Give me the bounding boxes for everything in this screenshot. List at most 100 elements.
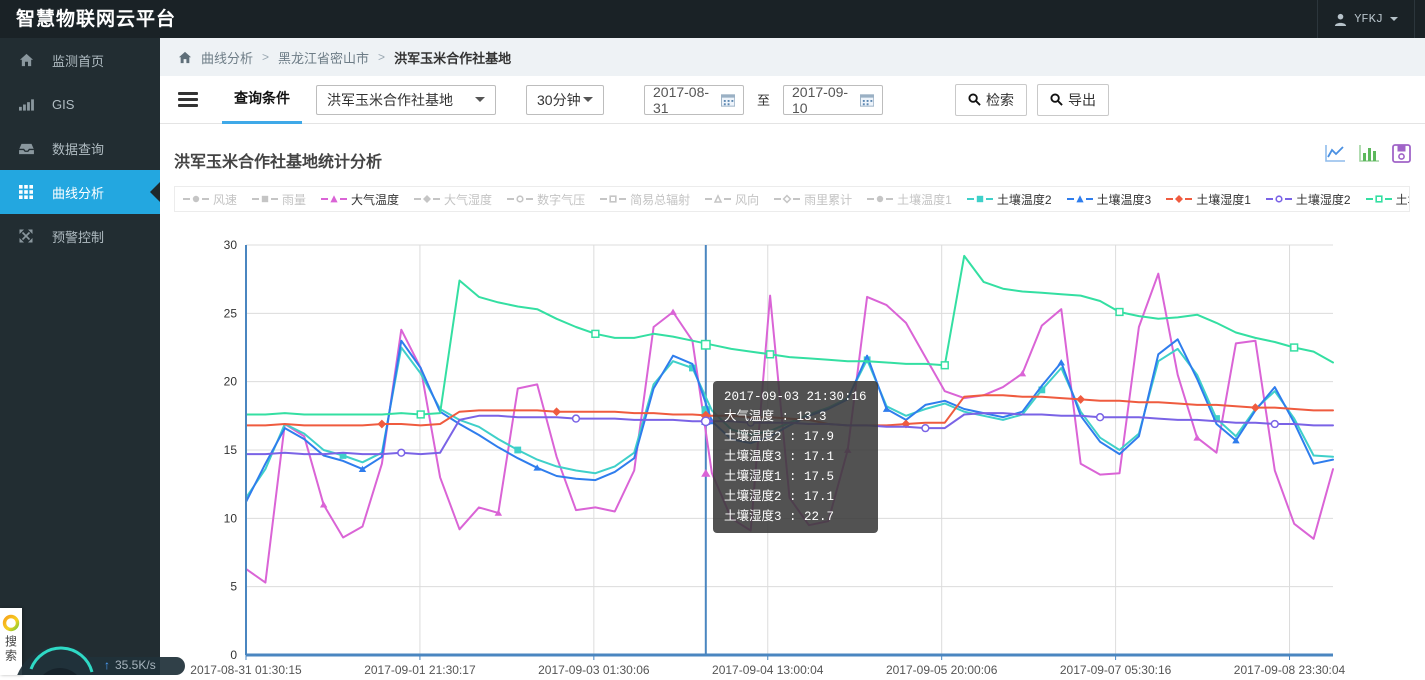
legend-marker-circle-icon [183, 195, 209, 203]
station-select[interactable]: 洪军玉米合作社基地 [316, 84, 496, 115]
sidebar-item-3[interactable]: 曲线分析 [0, 170, 160, 214]
legend-item-label: 土壤湿度1 [1196, 192, 1251, 207]
tooltip-title: 2017-09-03 21:30:16 [724, 390, 867, 404]
svg-text:30: 30 [224, 238, 238, 252]
legend-item-5[interactable]: 简易总辐射 [600, 191, 690, 208]
app-header: 智慧物联网云平台 YFKJ [0, 0, 1425, 38]
svg-text:20: 20 [224, 375, 238, 389]
chart-tooltip: 2017-09-03 21:30:16 大气温度 : 13.3 土壤温度2 : 17… [713, 381, 878, 533]
query-toolbar: 查询条件 洪军玉米合作社基地 30分钟 2017-08-31 至 2017-09… [160, 76, 1425, 124]
svg-text:5: 5 [230, 580, 237, 594]
legend-item-11[interactable]: 土壤湿度1 [1166, 191, 1251, 208]
legend-item-1[interactable]: 雨量 [252, 191, 306, 208]
legend-item-8[interactable]: 土壤温度1 [867, 191, 952, 208]
date-range-to-label: 至 [757, 93, 771, 108]
breadcrumb-item-2: 洪军玉米合作社基地 [394, 50, 512, 66]
network-speed-value: 35.5K/s [115, 658, 156, 672]
date-from-input[interactable]: 2017-08-31 [644, 83, 744, 116]
x-axis-labels: 2017-08-31 01:30:15 2017-09-01 21:30:17 20… [190, 663, 1345, 675]
y-axis-labels: 0 5 10 15 20 25 30 [224, 238, 238, 662]
breadcrumb-separator: > [378, 50, 386, 64]
legend-item-label: 大气温度 [351, 192, 400, 207]
signal-icon [0, 98, 52, 111]
legend-marker-rect-icon [252, 195, 279, 203]
legend-item-label: 雨里累计 [804, 192, 853, 207]
legend-item-9[interactable]: 土壤温度2 [966, 191, 1052, 208]
search-button[interactable]: 检索 [955, 83, 1028, 116]
legend-marker-triangle-icon [1066, 195, 1093, 203]
legend-item-10[interactable]: 土壤温度3 [1066, 191, 1151, 208]
legend-item-3[interactable]: 大气湿度 [414, 191, 492, 208]
sidebar-item-1[interactable]: GIS [0, 82, 160, 126]
user-name: YFKJ [1354, 12, 1383, 26]
chevron-down-icon [1390, 17, 1398, 25]
sidebar-item-0[interactable]: 监测首页 [0, 38, 160, 82]
legend-item-12[interactable]: 土壤湿度2 [1265, 191, 1351, 208]
sidebar-item-2[interactable]: 数据查询 [0, 126, 160, 170]
breadcrumb-list: 曲线分析 > 黑龙江省密山市 > 洪军玉米合作社基地 [201, 48, 511, 67]
legend-marker-rect-icon [966, 195, 993, 203]
search-button-label: 检索 [986, 91, 1015, 108]
chart-toolbox [1324, 144, 1411, 163]
tooltip-row: 土壤湿度2 : 17.1 [724, 490, 835, 504]
grid-icon [0, 185, 52, 199]
date-to-input[interactable]: 2017-09-10 [783, 84, 884, 116]
sidebar-item-4[interactable]: 预警控制 [0, 214, 160, 258]
arrows-icon [0, 229, 52, 243]
sidebar-item-label: 预警控制 [52, 229, 105, 245]
main-content: 曲线分析 > 黑龙江省密山市 > 洪军玉米合作社基地 查询条件 洪军玉米合作社基地 30… [160, 38, 1425, 675]
home-icon [0, 53, 52, 67]
legend-marker-rect-icon [1365, 195, 1392, 203]
chart-legend: 风速 雨量 大气温度 大气湿度 数字气压 简易总辐射 风向 雨里累计 土壤温度1… [174, 186, 1410, 212]
tab-query-conditions[interactable]: 查询条件 [222, 76, 302, 124]
legend-item-label: 土壤湿度3 [1395, 192, 1409, 207]
interval-select-value: 30分钟 [537, 91, 581, 108]
legend-item-4[interactable]: 数字气压 [507, 191, 585, 208]
save-icon[interactable] [1392, 144, 1411, 163]
legend-marker-circle-icon [867, 195, 894, 203]
export-button[interactable]: 导出 [1037, 83, 1110, 116]
breadcrumb-item-1[interactable]: 黑龙江省密山市 [278, 48, 369, 67]
station-select-value: 洪军玉米合作社基地 [327, 91, 453, 108]
bar-chart-icon[interactable] [1358, 144, 1380, 163]
sidebar: 监测首页 GIS 数据查询 曲线分析预警控制 [0, 38, 160, 675]
legend-item-0[interactable]: 风速 [183, 191, 237, 208]
app-title: 智慧物联网云平台 [16, 8, 177, 30]
tooltip-row: 土壤湿度1 : 17.5 [724, 470, 835, 484]
svg-text:2017-09-07 05:30:16: 2017-09-07 05:30:16 [1060, 663, 1172, 675]
search-extension-logo-icon [2, 614, 20, 632]
calendar-icon[interactable] [859, 93, 875, 107]
inbox-icon [0, 142, 52, 155]
search-icon [1050, 93, 1063, 106]
legend-item-label: 土壤温度1 [897, 192, 952, 207]
user-menu[interactable]: YFKJ [1317, 0, 1415, 38]
breadcrumb-separator: > [262, 50, 270, 64]
interval-select[interactable]: 30分钟 [526, 84, 604, 115]
tooltip-row: 大气温度 : 13.3 [724, 410, 827, 424]
legend-marker-diamond-icon [774, 194, 801, 204]
legend-item-13[interactable]: 土壤湿度3 [1365, 191, 1409, 208]
user-icon [1335, 13, 1347, 26]
line-chart-icon[interactable] [1324, 144, 1346, 163]
legend-item-7[interactable]: 雨里累计 [774, 191, 852, 208]
upload-arrow-icon: ↑ [104, 658, 110, 672]
legend-item-6[interactable]: 风向 [705, 191, 759, 208]
svg-text:10: 10 [224, 511, 238, 525]
calendar-icon[interactable] [720, 93, 735, 107]
date-from-value: 2017-08-31 [653, 83, 710, 116]
legend-item-label: 风向 [735, 192, 760, 207]
tooltip-row: 土壤湿度3 : 22.7 [724, 510, 835, 524]
page: { "app": { "title": "智慧物联网云平台", "user": … [0, 0, 1425, 680]
sidebar-item-label: 监测首页 [52, 53, 105, 69]
legend-marker-diamond-icon [1166, 195, 1193, 203]
sidebar-menu: 监测首页 GIS 数据查询 曲线分析预警控制 [0, 38, 160, 258]
svg-text:2017-09-05 20:00:06: 2017-09-05 20:00:06 [886, 663, 998, 675]
breadcrumb-item-0[interactable]: 曲线分析 [201, 48, 253, 67]
legend-item-label: 简易总辐射 [630, 192, 691, 207]
tooltip-row: 土壤温度2 : 17.9 [724, 430, 835, 444]
home-icon [178, 51, 192, 63]
legend-marker-triangle-icon [321, 195, 348, 203]
menu-toggle-icon[interactable] [178, 92, 198, 107]
legend-item-label: 大气湿度 [444, 192, 493, 207]
legend-item-2[interactable]: 大气温度 [321, 191, 399, 208]
